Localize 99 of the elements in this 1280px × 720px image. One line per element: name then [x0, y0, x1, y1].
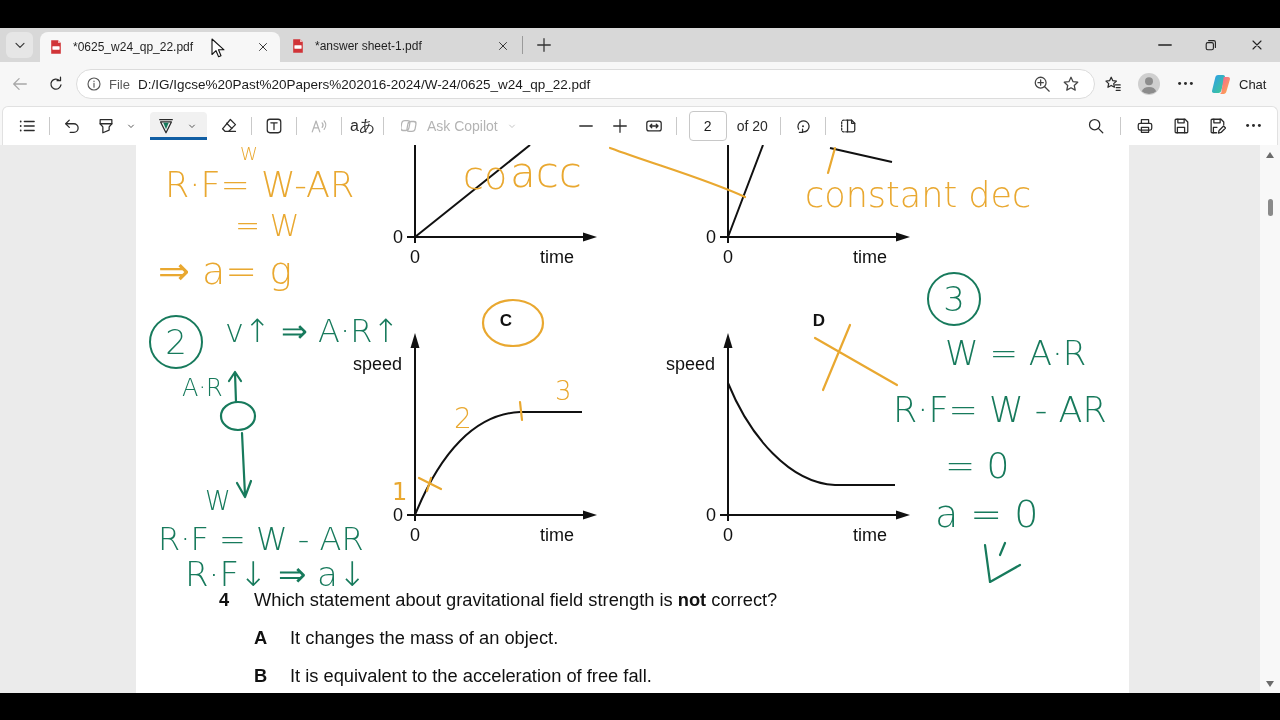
handwritten-note: v↑ ⇒ A·R↑	[225, 315, 400, 347]
option-text: It changes the mass of an object.	[290, 626, 559, 650]
fit-width-icon	[644, 117, 663, 135]
handwritten-note: = 0	[945, 448, 1010, 484]
axis-tick-label: 0	[410, 247, 420, 267]
minimize-icon	[1158, 44, 1172, 46]
axis-label: time	[540, 247, 574, 267]
plus-icon	[535, 36, 553, 54]
ink-tick-mark	[826, 146, 837, 175]
option-letter: A	[254, 626, 269, 650]
close-icon	[256, 40, 270, 54]
axis-label: speed	[665, 354, 715, 374]
url-text[interactable]: D:/IG/Igcse%20Past%20Papers%202016-2024/W-24/0625_w24_qp_22.pdf	[137, 76, 591, 92]
handwritten-note: ⇒ a= g	[158, 252, 293, 290]
handwritten-note: R·F= W - AR	[893, 393, 1107, 428]
handwritten-note: acc	[510, 152, 582, 194]
restore-icon	[1203, 37, 1219, 53]
axis-label: time	[853, 247, 887, 267]
save-as-icon	[1208, 117, 1226, 135]
ink-down-arrow	[235, 431, 253, 499]
axis-tick-label: 0	[723, 525, 733, 545]
question-text: Which statement about gravitational field strength is not correct?	[254, 588, 778, 612]
avatar-icon	[1138, 73, 1160, 95]
axis-label: speed	[352, 354, 402, 374]
circled-handwritten-number: 3	[927, 272, 981, 326]
address-bar[interactable]: File D:/IG/Igcse%20Past%20Papers%202016-2024/W-24/0625_w24_qp_22.pdf	[76, 69, 1095, 99]
search-icon	[1087, 117, 1105, 135]
axis-tick-label: 0	[723, 247, 733, 267]
ink-cross-mark	[417, 476, 443, 493]
handwritten-note: W	[205, 488, 231, 514]
ink-check-mark	[983, 541, 1022, 584]
undo-icon	[63, 117, 81, 135]
handwritten-note: 1	[392, 480, 408, 504]
graph-label: D	[812, 311, 826, 330]
handwritten-note: = W	[235, 211, 300, 241]
eraser-icon	[220, 117, 238, 135]
axis-tick-label: 0	[706, 227, 716, 247]
handwritten-note: constant dec	[805, 178, 1032, 213]
pdf-file-icon	[290, 38, 306, 54]
option-letter: B	[254, 664, 269, 688]
printer-icon	[1136, 117, 1154, 135]
profile-button[interactable]	[1135, 70, 1163, 98]
tab-actions-button[interactable]	[6, 32, 33, 58]
browser-tab[interactable]: *answer sheet-1.pdf	[282, 32, 520, 62]
highlighter-icon	[97, 117, 115, 135]
ink-object-circle	[219, 400, 257, 432]
question-number: 4	[219, 588, 231, 612]
axis-label: time	[853, 525, 887, 545]
colorful-logo-icon	[1211, 74, 1231, 94]
ink-up-arrow	[227, 370, 243, 404]
axis-tick-label: 0	[410, 525, 420, 545]
minus-icon	[578, 125, 593, 127]
ink-ellipse	[481, 298, 545, 348]
close-icon	[496, 39, 510, 53]
back-arrow-icon	[11, 75, 29, 93]
save-icon	[1172, 117, 1190, 135]
handwritten-note: W = A·R	[945, 336, 1087, 370]
more-icon	[1245, 124, 1261, 128]
handwritten-note: 2	[454, 405, 472, 433]
text-box-icon	[265, 117, 283, 135]
axis-label: time	[540, 525, 574, 545]
browser-tab[interactable]: *0625_w24_qp_22.pdf	[40, 32, 280, 62]
handwritten-note: A·R	[182, 376, 223, 400]
reload-icon	[47, 75, 65, 93]
handwritten-note: R·F = W - AR	[158, 523, 364, 555]
axis-tick-label: 0	[706, 505, 716, 525]
more-icon	[1177, 82, 1193, 86]
page-number-field[interactable]: 2	[688, 111, 727, 141]
site-info-button[interactable]	[85, 75, 103, 93]
circled-handwritten-number: 2	[149, 315, 203, 369]
mouse-pointer-icon	[211, 38, 225, 59]
ink-tick-mark	[518, 400, 524, 422]
overlapping-squares-icon	[400, 117, 419, 135]
axis-tick-label: 0	[393, 227, 403, 247]
scroll-down-arrow-icon	[1266, 681, 1274, 687]
pen-icon	[157, 117, 175, 135]
pdf-file-icon	[48, 39, 64, 55]
read-aloud-icon	[310, 117, 328, 135]
translate-button[interactable]: aあ	[350, 112, 375, 140]
star-icon	[1062, 75, 1080, 93]
option-text: It is equivalent to the acceleration of free fall.	[290, 664, 652, 688]
handwritten-note: 3	[555, 378, 572, 404]
handwritten-note: R·F↓ ⇒ a↓	[185, 557, 367, 591]
handwritten-note: R·F= W-AR	[165, 168, 355, 203]
scroll-thumb[interactable]	[1267, 199, 1273, 216]
handwritten-note: W	[240, 145, 258, 163]
star-list-icon	[1104, 75, 1122, 93]
axis-tick-label: 0	[393, 505, 403, 525]
graph-label: C	[499, 311, 513, 330]
zoom-in-icon	[1033, 75, 1051, 93]
scroll-up-arrow-icon	[1266, 152, 1274, 158]
page-count-label: of 20	[736, 118, 768, 134]
handwritten-note: a = 0	[935, 495, 1039, 533]
draw-button[interactable]	[150, 112, 207, 140]
scheme-label: File	[109, 76, 130, 92]
info-icon	[86, 76, 102, 92]
chat-button[interactable]: Chat	[1205, 69, 1275, 99]
two-page-icon	[838, 117, 857, 135]
plus-icon	[610, 117, 629, 135]
